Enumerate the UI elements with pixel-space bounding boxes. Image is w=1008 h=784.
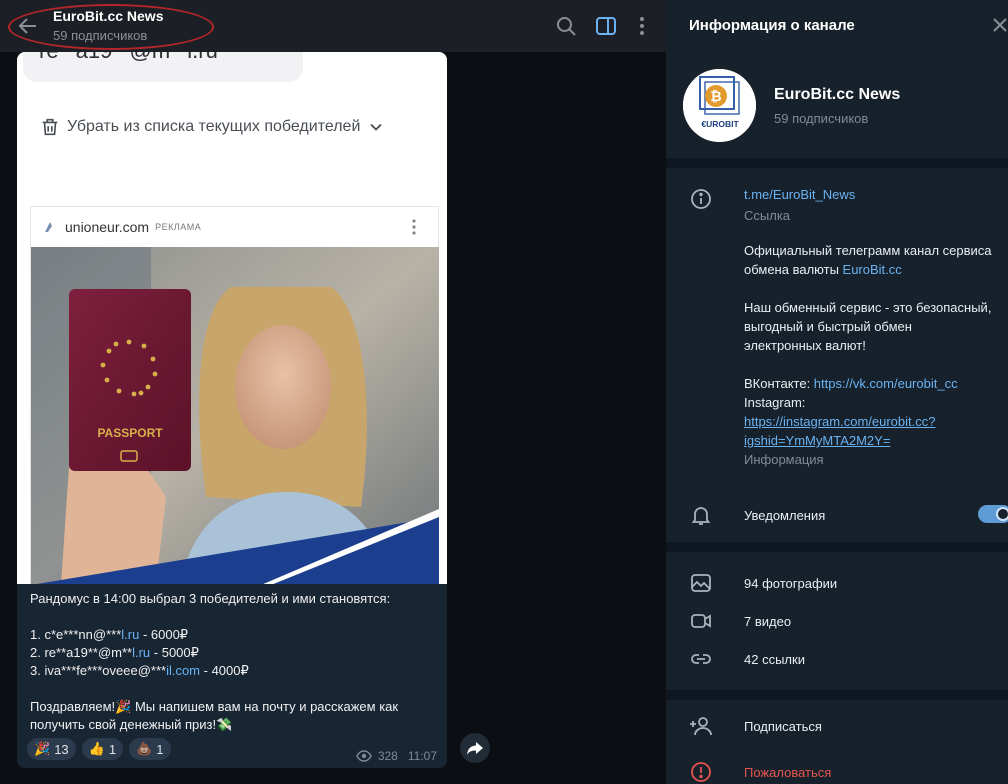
reaction-party-emoji: 🎉 bbox=[34, 741, 51, 756]
report-button[interactable]: Пожаловаться bbox=[744, 763, 831, 782]
more-vertical-icon[interactable] bbox=[630, 14, 654, 38]
close-icon[interactable] bbox=[992, 17, 1008, 33]
instagram-link-1[interactable]: https://instagram.com/eurobit.cc? bbox=[744, 412, 1006, 431]
instagram-link-2[interactable]: igshid=YmMyMTA2M2Y= bbox=[744, 431, 1006, 450]
desc-line-2: обмена валюты EuroBit.cc bbox=[744, 260, 1006, 279]
more-vertical-icon bbox=[412, 219, 416, 235]
channel-info-panel: Информация о канале ₿ €UROBIT EuroBit.cc… bbox=[666, 0, 1008, 784]
congrats-line-2: получить свой денежный приз!💸 bbox=[30, 717, 233, 732]
ad-tag: РЕКЛАМА bbox=[155, 222, 202, 232]
search-icon[interactable] bbox=[554, 14, 578, 38]
photos-link[interactable]: 94 фотографии bbox=[744, 574, 837, 593]
info-title: Информация о канале bbox=[689, 17, 855, 34]
desc-line-5: электронных валют! bbox=[744, 338, 866, 353]
link-icon bbox=[691, 654, 711, 664]
reaction-party-count: 13 bbox=[54, 741, 69, 757]
desc-line-2-text: обмена валюты bbox=[744, 262, 843, 277]
add-user-icon bbox=[690, 717, 712, 736]
ad-domain: unioneur.com bbox=[65, 219, 150, 235]
message-time: 11:07 bbox=[407, 749, 437, 763]
desc-line-1: Официальный телеграмм канал сервиса bbox=[744, 243, 992, 258]
eye-icon bbox=[356, 750, 372, 762]
channel-subscribers: 59 подписчиков bbox=[774, 111, 869, 126]
desc-line-3: Наш обменный сервис - это безопасный, bbox=[744, 300, 992, 315]
annotation-ellipse bbox=[8, 4, 214, 50]
winner-line-1: 1. c*e***nn@***l.ru - 6000₽ bbox=[30, 626, 440, 644]
remove-winner-label: Убрать из списка текущих победителей bbox=[67, 118, 361, 135]
notifications-label: Уведомления bbox=[744, 508, 826, 523]
views-count: 328 bbox=[377, 749, 398, 763]
passport-label: PASSPORT bbox=[97, 426, 163, 440]
share-arrow-icon bbox=[467, 742, 483, 755]
reaction-party[interactable]: 🎉 13 bbox=[27, 738, 76, 760]
reaction-thumbs-up[interactable]: 👍 1 bbox=[81, 738, 124, 760]
instagram-label: Instagram: bbox=[744, 395, 806, 410]
desc-line-4: выгодный и быстрый обмен bbox=[744, 319, 912, 334]
bell-icon bbox=[691, 507, 711, 525]
message-bubble[interactable]: re**a19**@m**l.ru Убрать из списка текущ… bbox=[17, 52, 447, 768]
avatar-logo-text: €UROBIT bbox=[701, 119, 739, 129]
reaction-poop-emoji: 💩 bbox=[136, 741, 153, 756]
reaction-thumbs-up-emoji: 👍 bbox=[88, 741, 105, 756]
winner-email-chip: re**a19**@m**l.ru bbox=[23, 52, 303, 82]
winner-3-prize: - 4000₽ bbox=[200, 663, 249, 678]
congrats-line-1: Поздравляем!🎉 Мы напишем вам на почту и … bbox=[30, 699, 399, 714]
channel-link[interactable]: t.me/EuroBit_News bbox=[744, 185, 855, 204]
winner-2-name: 2. re**a19**@m** bbox=[30, 645, 133, 660]
winner-1-name: 1. c*e***nn@*** bbox=[30, 627, 122, 642]
trash-icon bbox=[42, 118, 58, 136]
info-icon bbox=[691, 189, 711, 209]
svg-text:₿: ₿ bbox=[710, 88, 721, 104]
message-meta: 328 11:07 bbox=[356, 749, 437, 763]
section-divider bbox=[666, 690, 1008, 700]
vk-label: ВКонтакте: bbox=[744, 376, 814, 391]
chat-header: EuroBit.cc News 59 подписчиков bbox=[0, 0, 666, 52]
videos-link[interactable]: 7 видео bbox=[744, 612, 791, 631]
message-image[interactable]: re**a19**@m**l.ru Убрать из списка текущ… bbox=[17, 52, 447, 584]
info-header: Информация о канале bbox=[666, 0, 1008, 52]
reaction-thumbs-up-count: 1 bbox=[108, 741, 117, 757]
chat-panel: re**a19**@m**l.ru Убрать из списка текущ… bbox=[0, 0, 666, 784]
winner-line-2: 2. re**a19**@m**l.ru - 5000₽ bbox=[30, 644, 440, 662]
ad-photo: PASSPORT bbox=[31, 247, 439, 584]
channel-link-caption: Ссылка bbox=[744, 208, 791, 223]
reactions-bar: 🎉 13 👍 1 💩 1 bbox=[27, 738, 171, 760]
links-link[interactable]: 42 ссылки bbox=[744, 650, 805, 669]
section-divider bbox=[666, 158, 1008, 168]
notifications-toggle[interactable] bbox=[978, 505, 1008, 523]
photo-icon bbox=[691, 574, 711, 592]
winner-1-link[interactable]: l.ru bbox=[121, 627, 139, 642]
vk-line: ВКонтакте: https://vk.com/eurobit_cc bbox=[744, 374, 1006, 393]
channel-name: EuroBit.cc News bbox=[774, 86, 901, 103]
reaction-poop-count: 1 bbox=[156, 741, 164, 757]
ad-card: unioneur.com РЕКЛАМА PASSPORT bbox=[30, 206, 439, 584]
remove-winner-row: Убрать из списка текущих победителей bbox=[39, 116, 386, 138]
winner-3-link[interactable]: il.com bbox=[166, 663, 200, 678]
share-button[interactable] bbox=[460, 733, 490, 763]
video-icon bbox=[691, 614, 711, 628]
winner-1-prize: - 6000₽ bbox=[139, 627, 189, 642]
description-caption: Информация bbox=[744, 452, 824, 467]
winner-2-prize: - 5000₽ bbox=[150, 645, 199, 660]
message-line-intro: Рандомус в 14:00 выбрал 3 победителей и … bbox=[30, 591, 391, 606]
winner-line-3: 3. iva***fe***oveee@***il.com - 4000₽ bbox=[30, 662, 440, 680]
eurobit-link[interactable]: EuroBit.cc bbox=[843, 262, 902, 277]
subscribe-button[interactable]: Подписаться bbox=[744, 717, 822, 736]
channel-description: Официальный телеграмм канал сервиса обме… bbox=[744, 241, 1006, 469]
winner-3-name: 3. iva***fe***oveee@*** bbox=[30, 663, 167, 678]
section-divider bbox=[666, 542, 1008, 552]
toggle-knob bbox=[996, 507, 1008, 521]
ad-logo-icon bbox=[45, 222, 52, 232]
vk-link[interactable]: https://vk.com/eurobit_cc bbox=[814, 376, 958, 391]
sidebar-toggle-icon[interactable] bbox=[594, 14, 618, 38]
reaction-poop[interactable]: 💩 1 bbox=[129, 738, 171, 760]
channel-avatar[interactable]: ₿ €UROBIT bbox=[683, 69, 756, 142]
winner-2-link[interactable]: l.ru bbox=[132, 645, 150, 660]
message-text: Рандомус в 14:00 выбрал 3 победителей и … bbox=[30, 590, 440, 734]
winner-email-text: re**a19**@m**l.ru bbox=[39, 52, 218, 63]
chevron-down-icon bbox=[370, 123, 383, 131]
warning-icon bbox=[691, 762, 711, 782]
